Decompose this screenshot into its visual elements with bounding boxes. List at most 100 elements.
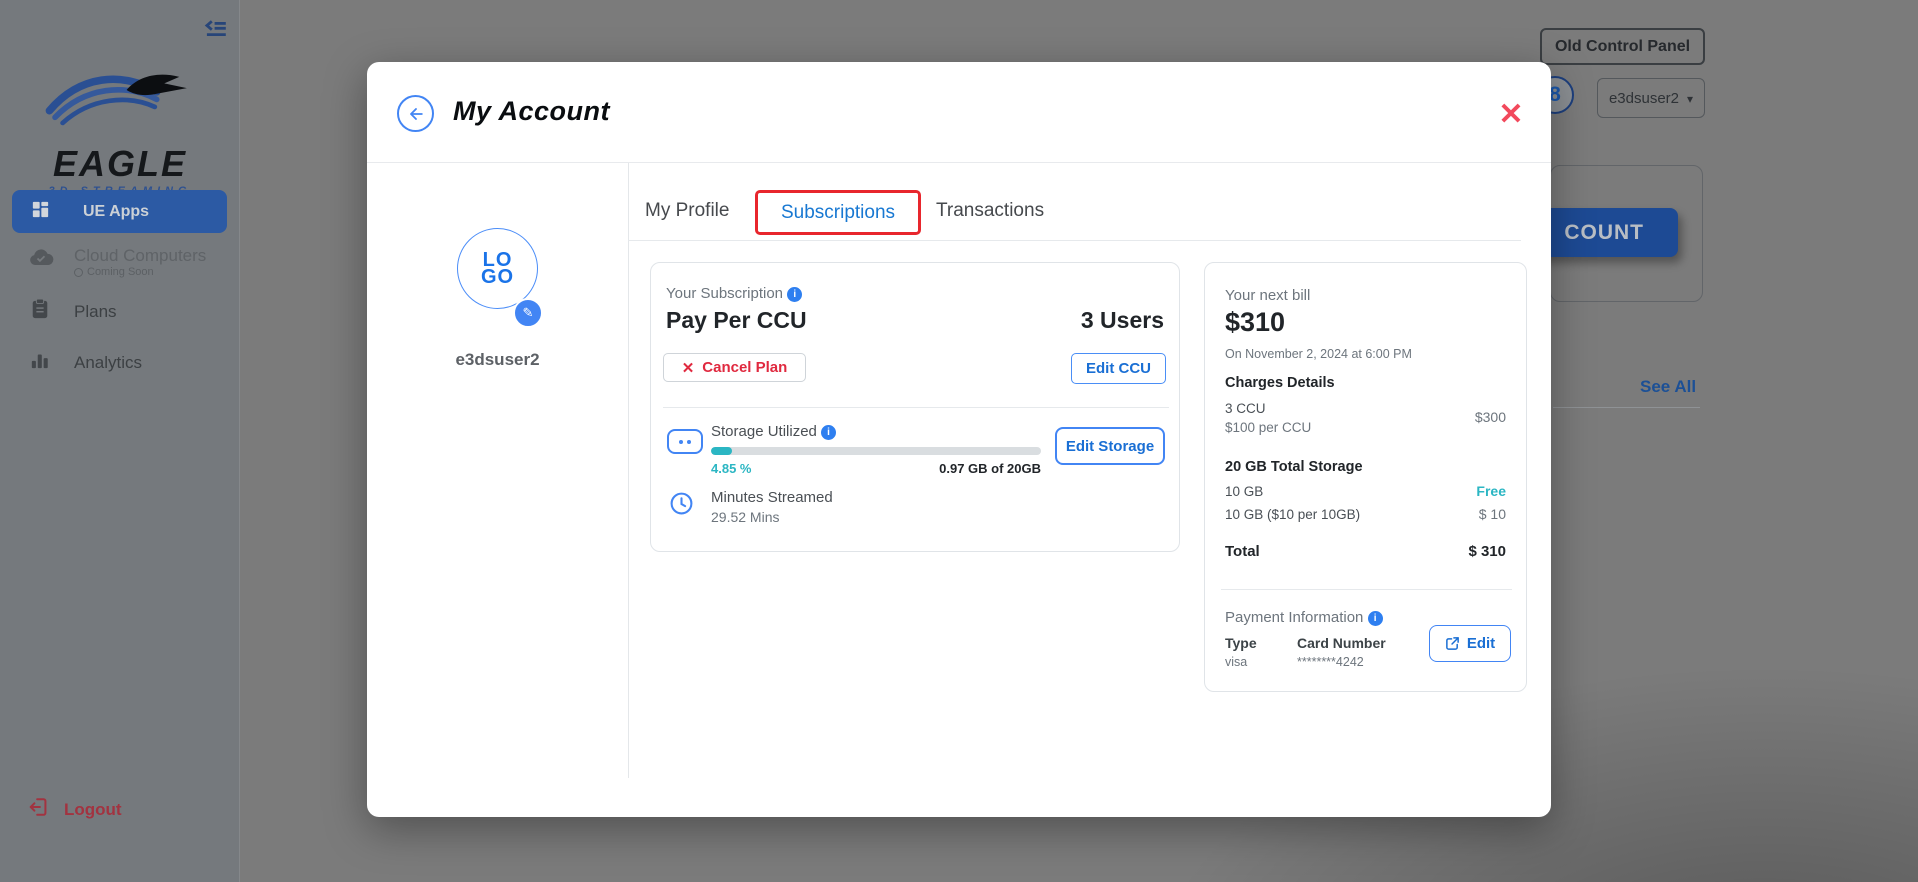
- cancel-plan-label: Cancel Plan: [702, 359, 787, 376]
- sidebar-item-label: Cloud Computers: [74, 246, 206, 265]
- edit-payment-button[interactable]: Edit: [1429, 625, 1511, 662]
- pencil-glyph: ✎: [523, 305, 534, 321]
- tab-label: Transactions: [936, 200, 1044, 221]
- charge-ccu-qty: 3 CCU: [1225, 401, 1266, 416]
- app-screen: EAGLE 3D STREAMING UE Apps: [0, 0, 1918, 882]
- edit-avatar-pencil-icon[interactable]: ✎: [513, 298, 543, 328]
- tab-subscriptions[interactable]: Subscriptions: [781, 202, 895, 224]
- sidebar-item-label: UE Apps: [83, 203, 149, 221]
- charge-paid-value: $ 10: [1479, 506, 1506, 522]
- modal-title: My Account: [453, 96, 610, 127]
- edit-storage-button[interactable]: Edit Storage: [1055, 427, 1165, 465]
- edit-payment-label: Edit: [1467, 635, 1495, 652]
- storage-usage: 0.97 GB of 20GB: [851, 461, 1041, 476]
- total-value: $ 310: [1468, 543, 1506, 560]
- edit-icon: [1445, 636, 1460, 651]
- tabs-underline: [628, 240, 1521, 241]
- logout-label: Logout: [64, 800, 122, 820]
- user-menu-dropdown[interactable]: e3dsuser2: [1597, 78, 1705, 118]
- eagle-logo: EAGLE 3D STREAMING: [35, 58, 205, 197]
- sidebar-item-cloud-computers[interactable]: Cloud Computers Coming Soon: [28, 246, 228, 278]
- payment-type-value: visa: [1225, 655, 1247, 669]
- user-menu-label: e3dsuser2: [1609, 90, 1679, 107]
- charge-ccu-rate: $100 per CCU: [1225, 420, 1311, 435]
- storage-progress-fill: [711, 447, 732, 455]
- annotation-box-subscriptions: Subscriptions: [755, 190, 921, 235]
- old-control-panel-label: Old Control Panel: [1555, 38, 1690, 56]
- storage-drive-icon: [667, 429, 703, 454]
- coming-soon-badge: Coming Soon: [74, 266, 206, 278]
- bill-date: On November 2, 2024 at 6:00 PM: [1225, 347, 1412, 361]
- my-account-modal: My Account ✕ LO GO ✎ e3dsuser2 My Profil…: [367, 62, 1551, 817]
- edit-storage-label: Edit Storage: [1066, 438, 1154, 455]
- chevron-down-icon: [1687, 90, 1693, 107]
- tab-label: Subscriptions: [781, 202, 895, 223]
- storage-label: Storage Utilized: [711, 423, 817, 440]
- bar-chart-icon: [30, 350, 50, 375]
- charge-free-qty: 10 GB: [1225, 484, 1263, 499]
- x-icon: ✕: [682, 359, 695, 377]
- tab-transactions[interactable]: Transactions: [936, 200, 1044, 222]
- modal-header: My Account ✕: [367, 62, 1551, 163]
- vertical-divider: [628, 163, 629, 778]
- charge-free-value: Free: [1476, 483, 1506, 499]
- grid-icon: [32, 201, 49, 223]
- info-icon[interactable]: [787, 287, 802, 302]
- logo-text-line2: GO: [481, 269, 514, 286]
- payment-type-label: Type: [1225, 635, 1257, 651]
- info-icon[interactable]: [821, 425, 836, 440]
- bill-amount: $310: [1225, 307, 1285, 338]
- clock-icon: [669, 491, 694, 521]
- total-label: Total: [1225, 543, 1260, 560]
- payment-card-label: Card Number: [1297, 635, 1386, 651]
- payment-title: Payment Information: [1225, 609, 1363, 626]
- storage-label-row: Storage Utilized: [711, 423, 836, 440]
- background-divider: [1553, 407, 1700, 408]
- section-label-text: Your Subscription: [666, 285, 783, 302]
- subscription-card: Your Subscription Pay Per CCU 3 Users ✕ …: [650, 262, 1180, 552]
- see-all-label: See All: [1640, 377, 1696, 396]
- storage-percent: 4.85 %: [711, 461, 751, 476]
- sidebar-item-ue-apps[interactable]: UE Apps: [12, 190, 227, 233]
- logout-button[interactable]: Logout: [28, 796, 122, 823]
- minutes-value-text: 29.52 Mins: [711, 509, 779, 525]
- cloud-check-icon: [28, 248, 54, 273]
- see-all-link[interactable]: See All: [1640, 377, 1696, 397]
- back-button[interactable]: [397, 95, 434, 132]
- payment-title-row: Payment Information: [1225, 609, 1383, 626]
- next-bill-card: Your next bill $310 On November 2, 2024 …: [1204, 262, 1527, 692]
- clock-mini-icon: [74, 268, 83, 277]
- card-divider: [663, 407, 1169, 408]
- logout-icon: [28, 796, 50, 823]
- minutes-value: 29.52 Mins: [711, 509, 779, 525]
- minutes-label: Minutes Streamed: [711, 489, 833, 506]
- profile-logo-avatar[interactable]: LO GO: [457, 228, 538, 309]
- arrow-left-icon: [406, 104, 426, 124]
- sidebar: EAGLE 3D STREAMING UE Apps: [0, 0, 240, 882]
- plan-users: 3 Users: [1081, 307, 1164, 334]
- clipboard-icon: [30, 298, 50, 325]
- cancel-plan-button[interactable]: ✕ Cancel Plan: [663, 353, 806, 382]
- sidebar-item-plans[interactable]: Plans: [30, 298, 220, 325]
- subscription-section-label: Your Subscription: [666, 285, 802, 302]
- charges-title: Charges Details: [1225, 375, 1335, 391]
- payment-card-value: ********4242: [1297, 655, 1364, 669]
- tab-my-profile[interactable]: My Profile: [645, 200, 729, 222]
- edit-ccu-label: Edit CCU: [1086, 360, 1151, 377]
- coming-soon-label: Coming Soon: [87, 266, 154, 278]
- sidebar-collapse-icon[interactable]: [202, 15, 234, 47]
- sidebar-item-analytics[interactable]: Analytics: [30, 350, 220, 375]
- bill-title: Your next bill: [1225, 287, 1310, 304]
- close-icon[interactable]: ✕: [1493, 98, 1529, 132]
- old-control-panel-button[interactable]: Old Control Panel: [1540, 28, 1705, 65]
- charge-storage-title: 20 GB Total Storage: [1225, 459, 1363, 475]
- info-icon[interactable]: [1368, 611, 1383, 626]
- tab-label: My Profile: [645, 200, 729, 221]
- charge-paid-qty: 10 GB ($10 per 10GB): [1225, 507, 1360, 522]
- charge-ccu-value: $300: [1475, 409, 1506, 425]
- sidebar-item-label: Analytics: [74, 353, 142, 373]
- brand-name: EAGLE: [35, 143, 205, 185]
- card-divider: [1221, 589, 1512, 590]
- profile-username: e3dsuser2: [367, 350, 628, 370]
- edit-ccu-button[interactable]: Edit CCU: [1071, 353, 1166, 384]
